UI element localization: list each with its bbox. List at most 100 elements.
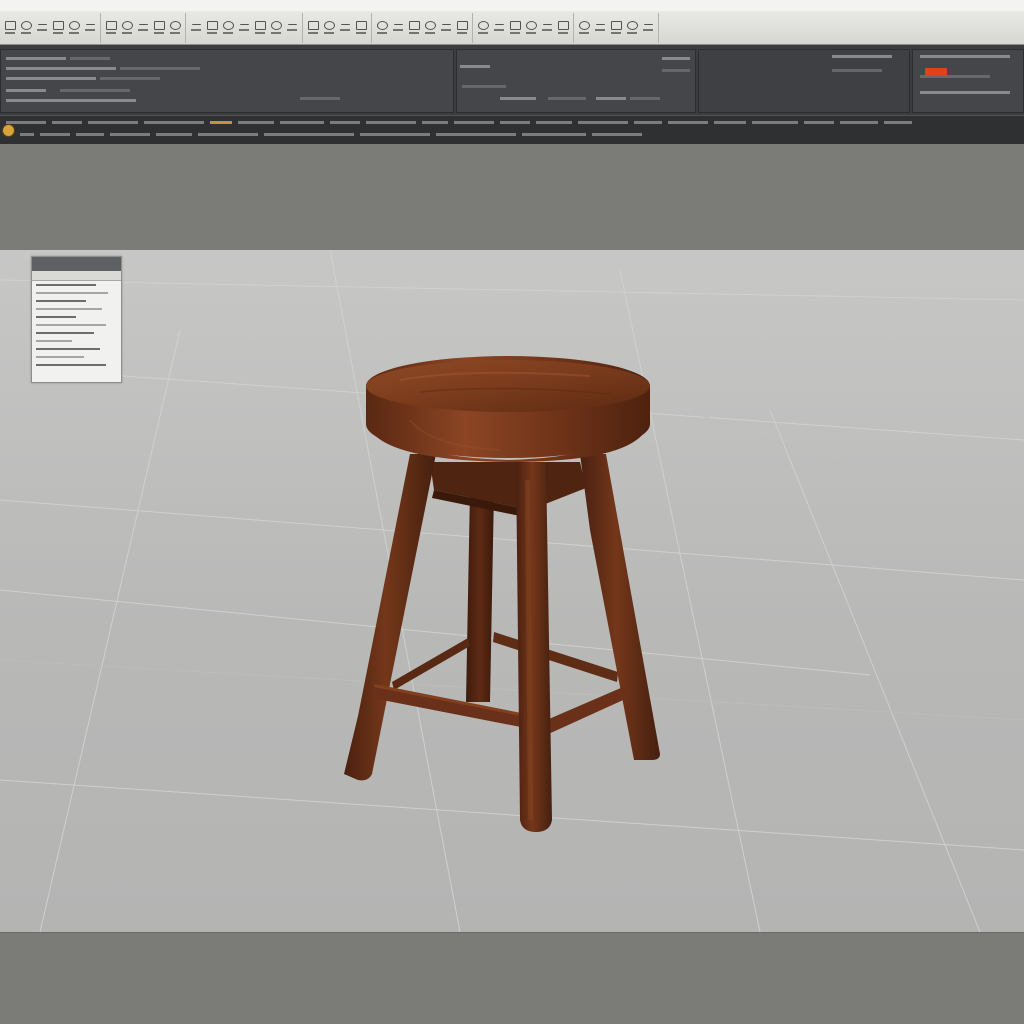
panel-field — [6, 67, 116, 70]
toolbar-button-caption — [207, 32, 217, 34]
export-button[interactable] — [641, 18, 655, 38]
info-panel-row[interactable] — [32, 345, 121, 353]
hide-button[interactable] — [540, 18, 554, 38]
toolbar-group — [303, 12, 372, 43]
scene-panel — [698, 49, 910, 113]
panel-field — [630, 97, 660, 100]
redo-button[interactable] — [593, 18, 607, 38]
toolbar-button-caption — [21, 32, 31, 34]
grid-button[interactable] — [83, 18, 97, 38]
render-button[interactable] — [407, 18, 421, 38]
status-field — [6, 120, 46, 124]
lock-button[interactable] — [556, 18, 570, 38]
info-panel-row[interactable] — [32, 321, 121, 329]
toolbar-button-caption — [308, 32, 318, 34]
panel-field — [6, 77, 96, 80]
layers-button[interactable] — [455, 18, 469, 38]
torus-button[interactable] — [168, 18, 182, 38]
status-field — [210, 120, 232, 124]
sphere-button[interactable] — [120, 18, 134, 38]
stool-back-stretchers — [392, 632, 618, 690]
stool-apron — [430, 462, 586, 518]
settings-button[interactable] — [439, 18, 453, 38]
info-panel-row[interactable] — [32, 353, 121, 361]
info-panel-value — [36, 332, 94, 334]
undo-button[interactable] — [577, 18, 591, 38]
info-panel-row[interactable] — [32, 361, 121, 369]
save-button[interactable] — [609, 18, 623, 38]
toolbar-button-caption — [85, 29, 95, 31]
preview-button[interactable] — [423, 18, 437, 38]
toolbar-button-caption — [53, 32, 63, 34]
snap-button[interactable] — [67, 18, 81, 38]
rotate-button[interactable] — [35, 18, 49, 38]
mirror-button[interactable] — [492, 18, 506, 38]
group-button[interactable] — [524, 18, 538, 38]
move-button[interactable] — [19, 18, 33, 38]
select-button[interactable] — [3, 18, 17, 38]
toolbar-button-caption — [154, 32, 164, 34]
status-field — [454, 120, 494, 124]
save-icon — [610, 21, 622, 30]
record-indicator[interactable] — [925, 68, 947, 76]
command-line[interactable] — [0, 117, 1024, 127]
toolbar-button-caption — [393, 29, 403, 31]
toolbar-button-caption — [223, 32, 233, 34]
uv-button[interactable] — [338, 18, 352, 38]
status-field — [634, 120, 662, 124]
export-icon — [643, 24, 653, 27]
object-info-panel[interactable] — [31, 256, 122, 383]
toolbar-button-caption — [191, 29, 201, 31]
properties-panel — [0, 45, 1024, 116]
knife-button[interactable] — [237, 18, 251, 38]
toolbar-group — [101, 12, 186, 43]
extrude-button[interactable] — [189, 18, 203, 38]
prompt-field — [592, 132, 642, 136]
wooden-stool-model[interactable] — [330, 350, 670, 840]
status-field — [578, 120, 628, 124]
status-field — [804, 120, 834, 124]
stool-seat — [366, 356, 650, 462]
prompt-field — [40, 132, 70, 136]
material-button[interactable] — [306, 18, 320, 38]
undo-icon — [578, 21, 590, 30]
array-button[interactable] — [508, 18, 522, 38]
info-panel-row[interactable] — [32, 313, 121, 321]
loop-cut-button[interactable] — [221, 18, 235, 38]
bevel-button[interactable] — [205, 18, 219, 38]
group-icon — [525, 21, 537, 30]
material-icon — [307, 21, 319, 30]
panel-field — [832, 69, 882, 72]
paint-button[interactable] — [354, 18, 368, 38]
align-button[interactable] — [476, 18, 490, 38]
bridge-button[interactable] — [253, 18, 267, 38]
status-field — [536, 120, 572, 124]
info-panel-row[interactable] — [32, 281, 121, 289]
info-panel-row[interactable] — [32, 297, 121, 305]
light-button[interactable] — [375, 18, 389, 38]
panel-field — [6, 99, 136, 102]
prompt-line[interactable] — [0, 129, 1024, 139]
info-panel-row[interactable] — [32, 289, 121, 297]
weld-button[interactable] — [285, 18, 299, 38]
toolbar-button-caption — [542, 29, 552, 31]
camera-button[interactable] — [391, 18, 405, 38]
plane-button[interactable] — [152, 18, 166, 38]
cylinder-button[interactable] — [136, 18, 150, 38]
merge-icon — [270, 21, 282, 30]
viewport-border-bottom — [0, 932, 1024, 1024]
scale-button[interactable] — [51, 18, 65, 38]
status-field — [422, 120, 448, 124]
texture-button[interactable] — [322, 18, 336, 38]
info-panel-row[interactable] — [32, 305, 121, 313]
open-icon — [626, 21, 638, 30]
merge-button[interactable] — [269, 18, 283, 38]
status-field — [330, 120, 360, 124]
toolbar-button-caption — [611, 32, 621, 34]
box-button[interactable] — [104, 18, 118, 38]
status-field — [52, 120, 82, 124]
open-button[interactable] — [625, 18, 639, 38]
app-icon[interactable] — [2, 124, 15, 137]
info-panel-row[interactable] — [32, 329, 121, 337]
info-panel-row[interactable] — [32, 337, 121, 345]
